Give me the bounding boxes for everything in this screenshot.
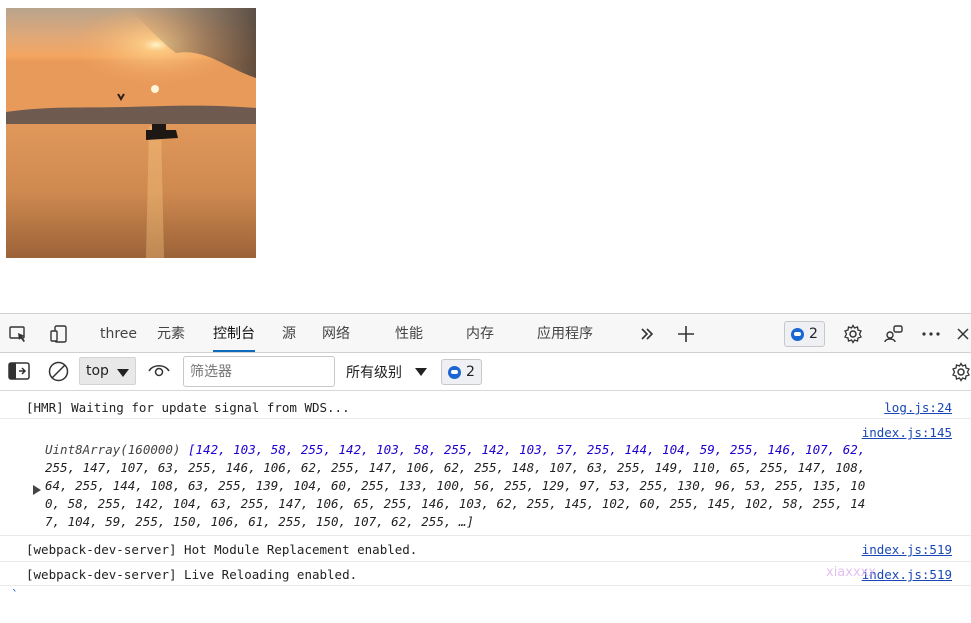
console-message: [webpack-dev-server] Hot Module Replacem… [0,537,971,562]
tab-application[interactable]: 应用程序 [537,314,593,353]
tab-elements[interactable]: 元素 [157,314,185,353]
message-source-link[interactable]: log.js:24 [884,400,952,415]
log-level-select[interactable]: 所有级别 [346,362,428,382]
console-settings-gear-icon[interactable] [951,362,971,386]
sidebar-toggle-icon[interactable] [8,362,30,384]
filter-input[interactable] [183,356,335,387]
caret-down-icon [117,369,129,377]
message-icon [448,365,461,379]
console-message-array: index.js:145 Uint8Array(160000) [142, 10… [0,420,971,536]
message-source-link[interactable]: index.js:145 [862,425,952,440]
tab-network[interactable]: 网络 [322,314,350,353]
tab-performance[interactable]: 性能 [395,314,423,353]
array-line: 64, 255, 144, 108, 63, 255, 139, 104, 60… [45,478,866,493]
chevron-double-right-icon[interactable] [636,323,658,345]
ellipsis-icon[interactable] [920,323,942,345]
context-select[interactable]: top [79,357,136,385]
context-value: top [86,363,109,379]
message-text: [webpack-dev-server] Hot Module Replacem… [26,542,418,557]
watermark: xiaxxxx [826,565,877,580]
feedback-icon[interactable] [882,323,904,345]
plus-icon[interactable] [675,323,697,345]
console-toolbar: top 所有级别 2 [0,353,971,391]
array-line: Uint8Array(160000) [142, 103, 58, 255, 1… [45,442,865,457]
message-text: [webpack-dev-server] Live Reloading enab… [26,567,358,582]
issues-count: 2 [809,326,818,342]
caret-down-icon [415,368,428,376]
console-prompt-caret[interactable]: ` [11,589,19,604]
inspect-element-icon[interactable] [7,323,29,345]
device-emulation-icon[interactable] [48,323,70,345]
clear-console-icon[interactable] [48,361,69,386]
issues-badge[interactable]: 2 [784,321,825,347]
message-source-link[interactable]: index.js:519 [862,542,952,557]
console-issues-count: 2 [466,364,475,380]
expand-triangle-icon[interactable] [33,485,41,495]
tab-memory[interactable]: 内存 [466,314,494,353]
close-icon[interactable] [955,323,971,345]
console-message: [HMR] Waiting for update signal from WDS… [0,394,971,419]
tab-console[interactable]: 控制台 [213,314,255,353]
array-line: 255, 147, 107, 63, 255, 146, 106, 62, 25… [45,460,866,475]
array-line: 0, 58, 255, 142, 104, 63, 255, 147, 106,… [45,496,866,511]
array-values: [142, 103, 58, 255, 142, 103, 58, 255, 1… [188,442,866,457]
tab-sources[interactable]: 源 [282,314,296,353]
console-issues-badge[interactable]: 2 [441,359,482,385]
devtools-tab-bar: three 元素 控制台 源 网络 性能 内存 应用程序 2 [0,313,971,353]
message-text: [HMR] Waiting for update signal from WDS… [26,400,350,415]
message-icon [791,327,804,341]
eye-icon[interactable] [148,363,170,383]
array-line: 7, 104, 59, 255, 150, 106, 61, 255, 150,… [45,514,474,529]
tab-three[interactable]: three [100,314,137,353]
gear-icon[interactable] [842,323,864,345]
log-level-value: 所有级别 [346,365,402,381]
array-type: Uint8Array(160000) [45,442,181,457]
canvas-sunset-image [6,8,256,258]
